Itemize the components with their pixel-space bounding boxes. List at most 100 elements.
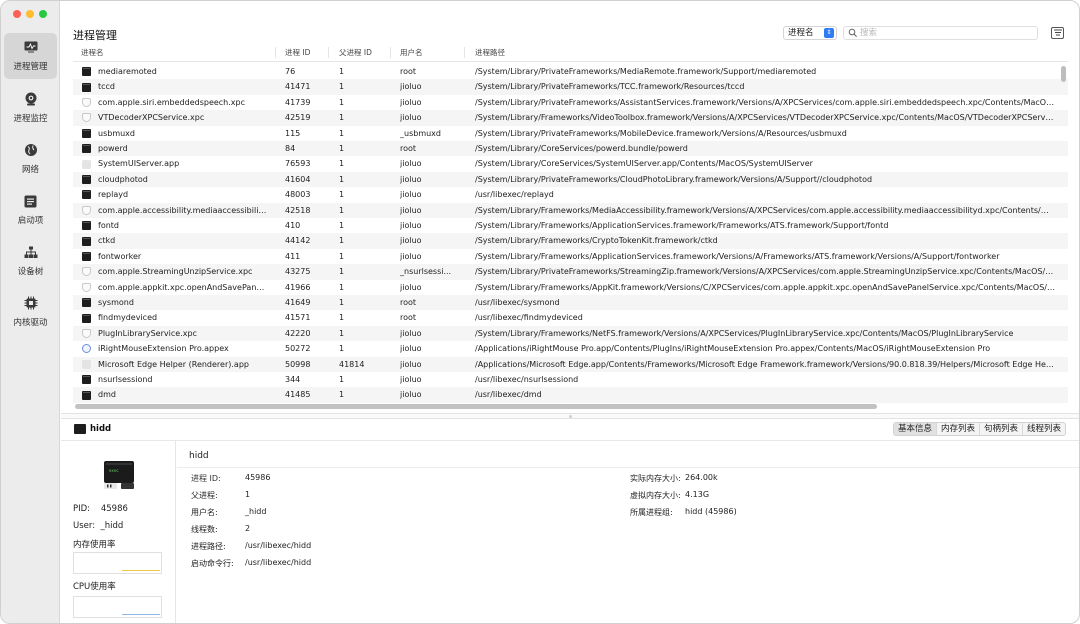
detail-tabs: 基本信息 内存列表 句柄列表 线程列表 [893, 422, 1067, 436]
info-value: 1 [245, 490, 251, 499]
table-row[interactable]: com.apple.accessibility.mediaaccessibili… [73, 202, 1068, 218]
tab-handle-list[interactable]: 句柄列表 [980, 423, 1024, 435]
tab-thread-list[interactable]: 线程列表 [1023, 423, 1065, 435]
app-icon [82, 159, 91, 169]
column-header-ppid[interactable]: 父进程 ID [329, 47, 391, 58]
minimize-window-button[interactable] [26, 10, 34, 18]
cell-user: root [400, 67, 417, 76]
cell-user: jioluo [400, 390, 422, 400]
table-row[interactable]: SystemUIServer.app 76593 1 jioluo/System/Li… [73, 156, 1068, 171]
table-row[interactable]: iRightMouseExtension Pro.appex 50272 1 jiol… [73, 341, 1068, 356]
cell-ppid: 1 [339, 236, 345, 246]
tab-basic-info[interactable]: 基本信息 [894, 423, 938, 435]
cell-path: /System/Library/PrivateFrameworks/Assist… [475, 97, 1055, 107]
table-row[interactable]: powerd 84 1 root/System/Library/CoreService… [73, 141, 1068, 157]
cell-process-name: Microsoft Edge Helper (Renderer).app [81, 357, 275, 372]
app-icon [82, 359, 91, 369]
cell-user: jioluo [400, 205, 422, 215]
sidebar-item-process-manager[interactable]: 进程管理 [4, 33, 57, 79]
cell-process-name: tccd [81, 79, 275, 94]
info-value: 2 [245, 524, 251, 533]
horizontal-scrollbar[interactable] [75, 404, 877, 409]
cell-pid: 48003 [285, 190, 311, 200]
table-row[interactable]: com.apple.siri.embeddedspeech.xpc 41739 1 j… [73, 95, 1068, 110]
cell-user: _nsurlsessi... [400, 267, 452, 277]
table-row[interactable]: findmydeviced 41571 1 root/usr/libexec/find… [73, 310, 1068, 325]
terminal-icon [82, 390, 91, 400]
table-row[interactable]: ctkd 44142 1 jioluo/System/Library/Framewor… [73, 233, 1068, 249]
process-name: VTDecoderXPCService.xpc [98, 113, 205, 123]
menu-button[interactable] [1051, 27, 1064, 39]
table-row[interactable]: usbmuxd 115 1 _usbmuxd/System/Library/Priva… [73, 126, 1068, 141]
table-row[interactable]: nsurlsessiond 344 1 jioluo/usr/libexec/nsur… [73, 372, 1068, 387]
table-row[interactable]: tccd 41471 1 jioluo/System/Library/PrivateF… [73, 79, 1068, 95]
table-row[interactable]: mediaremoted 76 1 root/System/Library/Priva… [73, 64, 1068, 79]
cell-ppid: 1 [339, 282, 345, 292]
table-row[interactable]: fontworker 411 1 jioluo/System/Library/Fram… [73, 249, 1068, 264]
table-row[interactable]: VTDecoderXPCService.xpc 42519 1 jioluo/Syst… [73, 110, 1068, 126]
info-key: 虚拟内存大小: [630, 491, 681, 500]
xpc-service-icon [82, 113, 91, 123]
cell-path: /System/Library/PrivateFrameworks/Stream… [475, 267, 1055, 277]
cell-path: /usr/libexec/sysmond [475, 298, 560, 307]
cell-ppid: 1 [339, 128, 345, 138]
divider-handle[interactable] [569, 415, 572, 418]
terminal-icon [82, 375, 91, 385]
table-row[interactable]: fontd 410 1 jioluo/System/Library/Framework… [73, 218, 1068, 233]
column-header-name[interactable]: 进程名 [81, 47, 276, 58]
sidebar-item-process-monitor[interactable]: 进程监控 [4, 85, 57, 131]
cell-path: /usr/libexec/replayd [475, 190, 554, 200]
tab-memory-list[interactable]: 内存列表 [937, 423, 981, 435]
cell-ppid: 1 [339, 190, 345, 200]
cell-pid: 411 [285, 251, 301, 261]
column-header-path[interactable]: 进程路径 [465, 47, 1061, 58]
sidebar-item-startup[interactable]: 启动项 [4, 187, 57, 233]
process-name: findmydeviced [98, 313, 158, 323]
info-row-pid: 进程 ID: [191, 473, 221, 484]
cell-user: jioluo [400, 359, 422, 369]
search-box[interactable] [843, 26, 1038, 40]
cell-path: /System/Library/PrivateFrameworks/TCC.fr… [475, 82, 745, 92]
cell-ppid: 1 [339, 144, 345, 153]
sidebar-item-kernel-drivers[interactable]: 内核驱动 [4, 289, 57, 335]
zoom-window-button[interactable] [39, 10, 47, 18]
table-row[interactable]: PlugInLibraryService.xpc 42220 1 jioluo/Sys… [73, 325, 1068, 342]
table-row[interactable]: sysmond 41649 1 root/usr/libexec/sysmond [73, 295, 1068, 311]
info-value: 264.00k [685, 473, 718, 482]
process-name: PlugInLibraryService.xpc [98, 328, 197, 338]
table-row[interactable]: cloudphotod 41604 1 jioluo/System/Library/P… [73, 171, 1068, 188]
cell-pid: 43275 [285, 267, 311, 277]
terminal-icon [82, 190, 91, 200]
cell-path: /usr/libexec/nsurlsessiond [475, 375, 579, 384]
cell-ppid: 1 [339, 328, 345, 338]
cell-user: jioluo [400, 282, 422, 292]
sidebar-item-device-tree[interactable]: 设备树 [4, 238, 57, 284]
cell-ppid: 1 [339, 344, 345, 354]
table-row[interactable]: Microsoft Edge Helper (Renderer).app 5099… [73, 356, 1068, 372]
cell-process-name: findmydeviced [81, 310, 275, 325]
search-input[interactable] [860, 27, 1035, 39]
info-value: 4.13G [685, 490, 710, 499]
cell-process-name: com.apple.accessibility.mediaaccessibili… [81, 203, 275, 218]
process-name: fontd [98, 221, 119, 230]
user-label: User: [73, 521, 96, 531]
vertical-scrollbar[interactable] [1061, 66, 1066, 82]
cell-ppid: 1 [339, 205, 345, 215]
table-row[interactable]: replayd 48003 1 jioluo/usr/libexec/replayd [73, 187, 1068, 202]
process-name: dmd [98, 390, 116, 400]
column-header-user[interactable]: 用户名 [391, 47, 465, 58]
column-header-pid[interactable]: 进程 ID [275, 47, 329, 58]
table-row[interactable]: com.apple.appkit.xpc.openAndSavePanelSer… [73, 280, 1068, 295]
terminal-icon [82, 128, 91, 138]
cell-pid: 42519 [285, 113, 311, 123]
sidebar-item-network[interactable]: 网络 [4, 136, 57, 182]
sidebar-item-label: 内核驱动 [13, 318, 48, 328]
table-row[interactable]: dmd 41485 1 jioluo/usr/libexec/dmd [73, 387, 1068, 403]
search-field-select[interactable]: 进程名 ⇕ [783, 26, 837, 40]
table-row[interactable]: com.apple.StreamingUnzipService.xpc 43275… [73, 264, 1068, 280]
close-window-button[interactable] [13, 10, 21, 18]
cell-user: jioluo [400, 174, 422, 184]
executable-icon: exec [101, 457, 137, 493]
cell-pid: 50272 [285, 344, 311, 354]
cell-path: /System/Library/CoreServices/powerd.bund… [475, 144, 688, 153]
